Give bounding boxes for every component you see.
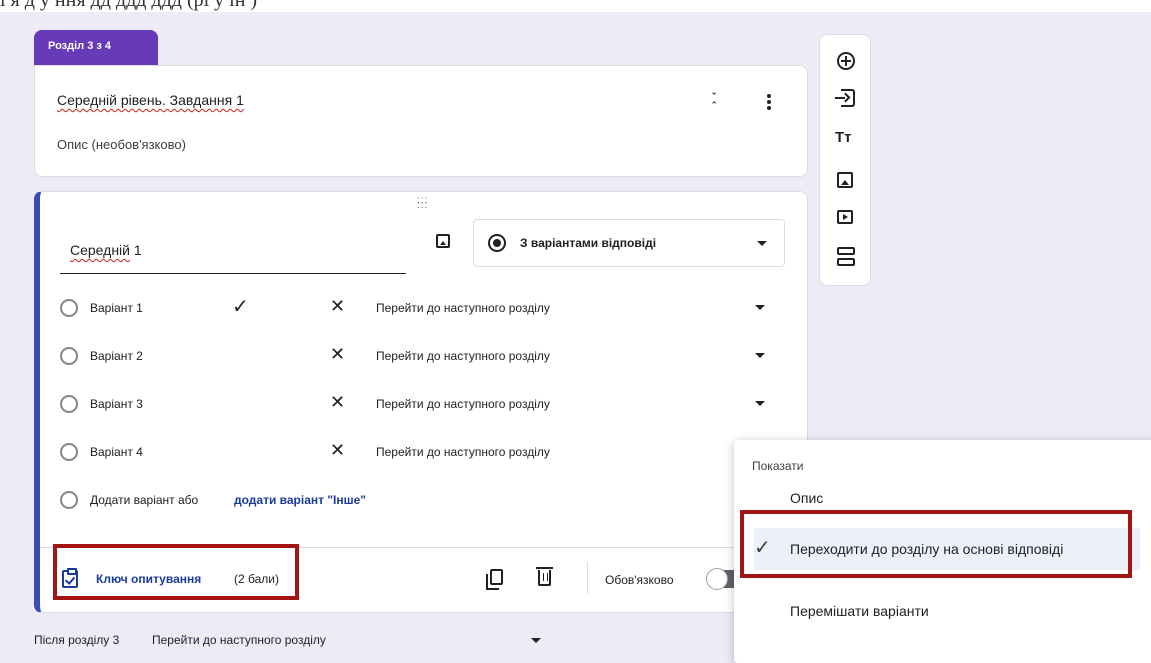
add-option-row: Додати варіант або додати варіант "Інше": [60, 488, 660, 512]
import-icon[interactable]: [835, 89, 855, 107]
radio-icon: [488, 234, 506, 252]
question-type-select[interactable]: З варіантами відповіді: [473, 219, 785, 267]
close-icon[interactable]: ✕: [330, 392, 345, 413]
dropdown-caret-icon[interactable]: [755, 353, 765, 358]
menu-header: Показати: [752, 459, 804, 473]
menu-item-description[interactable]: Опис: [790, 490, 1151, 506]
option-row[interactable]: Варіант 1 ✓ ✕ Перейти до наступного розд…: [60, 296, 780, 320]
option-radio: [60, 491, 78, 509]
close-icon[interactable]: ✕: [330, 296, 345, 317]
image-icon[interactable]: [837, 172, 853, 188]
question-title-word: Середній: [70, 242, 130, 258]
section-title[interactable]: Середній рівень. Завдання 1: [57, 92, 244, 108]
top-strip: і я д у ння дд ддд ддд (рі у ін ): [0, 0, 1151, 12]
add-other-link[interactable]: додати варіант "Інше": [234, 493, 366, 507]
question-type-label: З варіантами відповіді: [520, 236, 657, 250]
question-card[interactable]: :::::: Середній 1 З варіантами відповіді…: [34, 191, 808, 613]
document-text-fragment: і я д у ння дд ддд ддд (рі у ін ): [0, 0, 258, 11]
required-label: Обов'язково: [605, 573, 674, 587]
option-label[interactable]: Варіант 3: [90, 397, 143, 411]
drag-handle-icon[interactable]: ::::::: [417, 196, 428, 211]
after-section-label: Після розділу 3: [34, 633, 120, 647]
option-row[interactable]: Варіант 2 ✕ Перейти до наступного розділ…: [60, 344, 780, 368]
dropdown-caret-icon[interactable]: [531, 638, 541, 643]
dropdown-caret-icon: [757, 241, 767, 246]
option-label[interactable]: Варіант 4: [90, 445, 143, 459]
option-goto-select[interactable]: Перейти до наступного розділу: [376, 445, 550, 459]
collapse-icon[interactable]: ˇˆ: [707, 93, 721, 120]
side-toolbar: Tт: [819, 34, 871, 286]
more-vert-icon[interactable]: [761, 94, 777, 114]
option-radio: [60, 443, 78, 461]
option-radio: [60, 299, 78, 317]
title-icon[interactable]: Tт: [835, 129, 859, 147]
option-radio: [60, 395, 78, 413]
highlight-menu-item: [740, 510, 1132, 578]
section-description-field[interactable]: Опис (необов'язково): [57, 137, 186, 152]
copy-icon[interactable]: [486, 569, 503, 590]
option-goto-select[interactable]: Перейти до наступного розділу: [376, 397, 550, 411]
close-icon[interactable]: ✕: [330, 344, 345, 365]
section-title-suffix: . Завдання 1: [161, 92, 244, 108]
check-icon: ✓: [232, 296, 249, 318]
section-icon[interactable]: [837, 247, 855, 267]
option-goto-select[interactable]: Перейти до наступного розділу: [376, 301, 550, 315]
menu-item-shuffle-options[interactable]: Перемішати варіанти: [790, 603, 1151, 619]
footer-vertical-divider: [587, 562, 588, 594]
after-section-goto-select[interactable]: Перейти до наступного розділу: [152, 633, 326, 647]
close-icon[interactable]: ✕: [330, 440, 345, 461]
section-header-card[interactable]: Середній рівень. Завдання 1 Опис (необов…: [34, 65, 808, 177]
option-row[interactable]: Варіант 4 ✕ Перейти до наступного розділ…: [60, 440, 780, 464]
option-row[interactable]: Варіант 3 ✕ Перейти до наступного розділ…: [60, 392, 780, 416]
option-radio: [60, 347, 78, 365]
question-title: Середній 1: [70, 242, 142, 258]
section-tab: Розділ 3 з 4: [34, 30, 158, 66]
trash-icon[interactable]: [536, 567, 553, 586]
video-icon[interactable]: [837, 210, 853, 224]
highlight-answer-key: [53, 544, 299, 600]
toggle-knob: [706, 568, 728, 590]
add-option-link[interactable]: Додати варіант або: [90, 493, 198, 507]
question-title-field[interactable]: Середній 1: [60, 220, 406, 274]
section-title-prefix: Середній рівень: [57, 92, 162, 108]
option-goto-select[interactable]: Перейти до наступного розділу: [376, 349, 550, 363]
option-label[interactable]: Варіант 2: [90, 349, 143, 363]
option-label[interactable]: Варіант 1: [90, 301, 143, 315]
dropdown-caret-icon[interactable]: [755, 401, 765, 406]
image-icon[interactable]: [436, 234, 450, 248]
question-title-number: 1: [130, 242, 142, 258]
dropdown-caret-icon[interactable]: [755, 305, 765, 310]
add-circle-icon[interactable]: [837, 52, 855, 70]
